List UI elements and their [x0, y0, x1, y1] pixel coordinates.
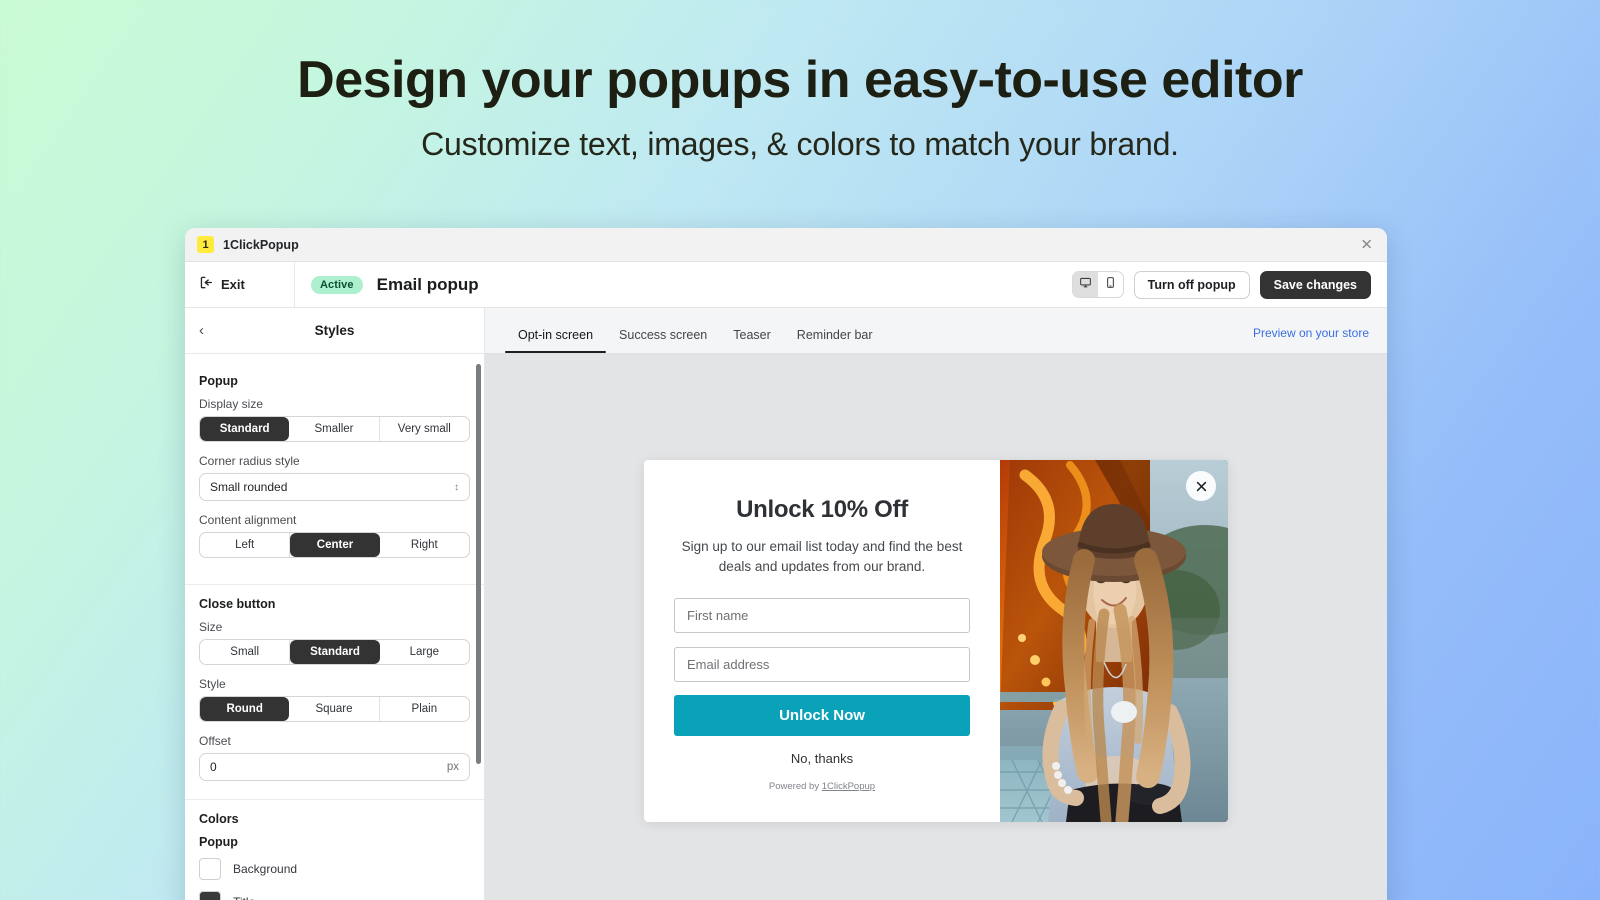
- close-style-option-square[interactable]: Square: [289, 697, 379, 721]
- section-popup-title: Popup: [199, 374, 470, 388]
- hero-header: Design your popups in easy-to-use editor…: [0, 0, 1600, 163]
- tab-teaser[interactable]: Teaser: [720, 328, 784, 353]
- document-title: Email popup: [377, 275, 479, 295]
- close-icon: [1195, 480, 1208, 493]
- popup-close-button[interactable]: [1186, 471, 1216, 501]
- content-alignment-option-right[interactable]: Right: [380, 533, 469, 557]
- section-colors-title: Colors: [199, 812, 470, 826]
- window-close-icon[interactable]: ✕: [1360, 237, 1373, 252]
- display-size-label: Display size: [199, 397, 470, 411]
- section-close-button-title: Close button: [199, 597, 470, 611]
- tab-opt-in-screen[interactable]: Opt-in screen: [505, 328, 606, 353]
- close-size-option-standard[interactable]: Standard: [290, 640, 379, 664]
- popup-content-column: Unlock 10% Off Sign up to our email list…: [644, 460, 1000, 822]
- styles-sidebar: ‹ Styles Popup Display size Standard Sma…: [185, 308, 485, 900]
- popup-preview-card: Unlock 10% Off Sign up to our email list…: [644, 460, 1228, 822]
- display-size-option-standard[interactable]: Standard: [200, 417, 289, 441]
- tab-success-screen[interactable]: Success screen: [606, 328, 720, 353]
- mobile-view-button[interactable]: [1098, 272, 1123, 297]
- section-close-button: Close button Size Small Standard Large S…: [185, 584, 484, 799]
- section-colors: Colors Popup Background Title: [185, 799, 484, 900]
- close-style-segmented: Round Square Plain: [199, 696, 470, 722]
- sidebar-scrollbar-thumb[interactable]: [476, 364, 481, 764]
- mobile-icon: [1104, 276, 1117, 294]
- window-title: 1ClickPopup: [223, 238, 299, 252]
- exit-icon: [199, 275, 214, 295]
- color-label-title: Title: [233, 895, 255, 900]
- close-size-option-small[interactable]: Small: [200, 640, 290, 664]
- popup-first-name-input[interactable]: First name: [674, 598, 970, 633]
- popup-cta-button[interactable]: Unlock Now: [674, 695, 970, 736]
- display-size-option-smaller[interactable]: Smaller: [289, 417, 379, 441]
- window-titlebar: 1 1ClickPopup ✕: [185, 228, 1387, 262]
- close-offset-unit: px: [447, 761, 459, 773]
- save-changes-button[interactable]: Save changes: [1260, 271, 1371, 299]
- status-badge: Active: [311, 276, 363, 294]
- turn-off-popup-button[interactable]: Turn off popup: [1134, 271, 1250, 299]
- tab-reminder-bar[interactable]: Reminder bar: [784, 328, 886, 353]
- close-style-label: Style: [199, 677, 470, 691]
- popup-subtitle: Sign up to our email list today and find…: [674, 537, 970, 576]
- preview-on-store-link[interactable]: Preview on your store: [1253, 326, 1369, 340]
- popup-email-input[interactable]: Email address: [674, 647, 970, 682]
- color-row-background[interactable]: Background: [199, 858, 470, 880]
- sidebar-header: ‹ Styles: [185, 308, 484, 354]
- display-size-segmented: Standard Smaller Very small: [199, 416, 470, 442]
- close-size-segmented: Small Standard Large: [199, 639, 470, 665]
- color-row-title[interactable]: Title: [199, 891, 470, 900]
- exit-button[interactable]: Exit: [185, 262, 295, 307]
- popup-title: Unlock 10% Off: [736, 496, 908, 524]
- color-swatch-background[interactable]: [199, 858, 221, 880]
- page-title: Design your popups in easy-to-use editor: [0, 52, 1600, 108]
- corner-radius-select[interactable]: Small rounded ↕: [199, 473, 470, 501]
- close-offset-value: 0: [210, 760, 217, 774]
- color-swatch-title[interactable]: [199, 891, 221, 900]
- corner-radius-label: Corner radius style: [199, 454, 470, 468]
- close-offset-label: Offset: [199, 734, 470, 748]
- color-label-background: Background: [233, 862, 297, 876]
- exit-label: Exit: [221, 277, 245, 292]
- close-size-option-large[interactable]: Large: [380, 640, 469, 664]
- content-alignment-label: Content alignment: [199, 513, 470, 527]
- powered-by-prefix: Powered by: [769, 781, 822, 792]
- screen-tabs: Opt-in screen Success screen Teaser Remi…: [485, 308, 1387, 354]
- preview-canvas: Unlock 10% Off Sign up to our email list…: [485, 354, 1387, 900]
- close-size-label: Size: [199, 620, 470, 634]
- preview-pane: Opt-in screen Success screen Teaser Remi…: [485, 308, 1387, 900]
- content-alignment-option-center[interactable]: Center: [290, 533, 379, 557]
- content-alignment-segmented: Left Center Right: [199, 532, 470, 558]
- sidebar-scroll-area[interactable]: Popup Display size Standard Smaller Very…: [185, 354, 484, 900]
- popup-photo-illustration: [1000, 460, 1228, 822]
- corner-radius-value: Small rounded: [210, 480, 287, 494]
- content-alignment-option-left[interactable]: Left: [200, 533, 290, 557]
- sidebar-title: Styles: [219, 323, 450, 338]
- toolbar-actions: Turn off popup Save changes: [1072, 271, 1371, 299]
- editor-body: ‹ Styles Popup Display size Standard Sma…: [185, 308, 1387, 900]
- app-favicon-badge: 1: [197, 236, 214, 253]
- close-style-option-plain[interactable]: Plain: [380, 697, 469, 721]
- section-popup: Popup Display size Standard Smaller Very…: [185, 362, 484, 584]
- desktop-view-button[interactable]: [1073, 272, 1098, 297]
- close-style-option-round[interactable]: Round: [200, 697, 289, 721]
- desktop-icon: [1079, 276, 1092, 294]
- app-window: 1 1ClickPopup ✕ Exit Active Email popup: [185, 228, 1387, 900]
- chevron-updown-icon: ↕: [454, 483, 459, 492]
- popup-image: [1000, 460, 1228, 822]
- colors-subgroup-popup: Popup: [199, 835, 470, 849]
- device-toggle-group: [1072, 271, 1124, 298]
- close-offset-input[interactable]: 0 px: [199, 753, 470, 781]
- popup-powered-by: Powered by 1ClickPopup: [769, 781, 875, 792]
- editor-toolbar: Exit Active Email popup: [185, 262, 1387, 308]
- chevron-left-icon[interactable]: ‹: [199, 322, 219, 339]
- display-size-option-very-small[interactable]: Very small: [380, 417, 469, 441]
- page-subtitle: Customize text, images, & colors to matc…: [0, 126, 1600, 163]
- powered-by-brand-link[interactable]: 1ClickPopup: [822, 781, 875, 792]
- popup-decline-link[interactable]: No, thanks: [791, 751, 853, 766]
